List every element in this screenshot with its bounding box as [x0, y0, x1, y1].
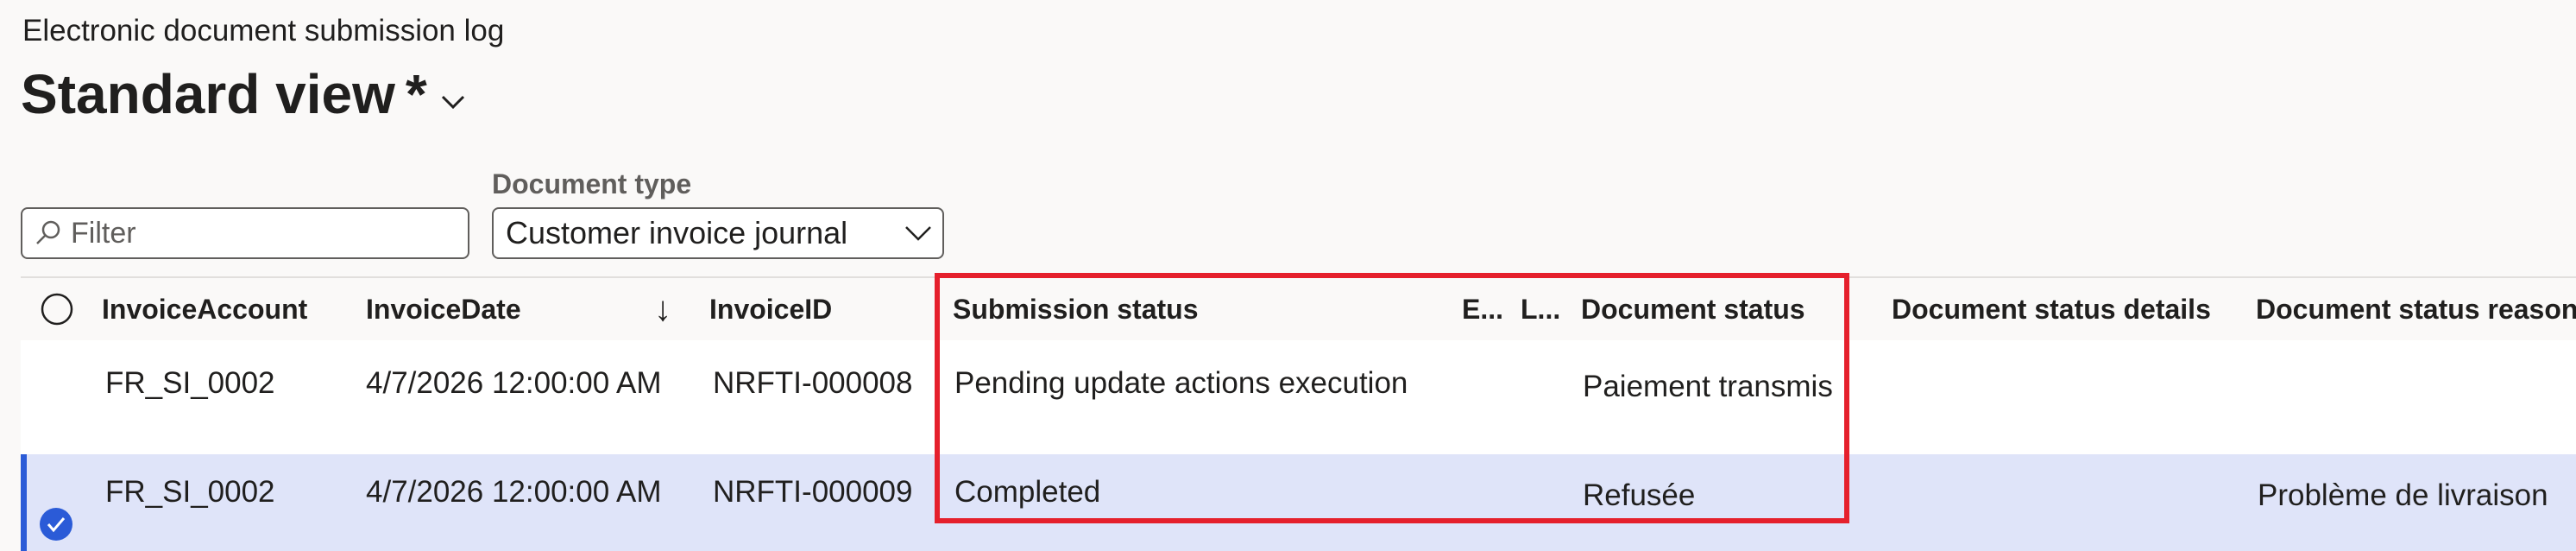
selection-indicator — [21, 454, 27, 551]
invoice-id-cell: NRFTI-000009 — [713, 475, 913, 509]
view-selector[interactable]: Standard view * — [21, 62, 470, 126]
column-header-invoice-date[interactable]: InvoiceDate — [366, 278, 521, 340]
view-name: Standard view — [21, 63, 395, 125]
column-header-invoice-account[interactable]: InvoiceAccount — [102, 278, 307, 340]
invoice-id-cell: NRFTI-000008 — [713, 366, 913, 400]
column-header-document-status-details[interactable]: Document status details — [1892, 278, 2211, 340]
select-all-icon[interactable] — [40, 292, 74, 326]
column-header-e[interactable]: E... — [1462, 278, 1503, 340]
invoice-date-cell: 4/7/2026 12:00:00 AM — [366, 366, 662, 400]
document-type-value: Customer invoice journal — [506, 215, 848, 250]
grid-header: InvoiceAccount InvoiceDate ↓ InvoiceID S… — [21, 276, 2576, 342]
submission-status-cell: Pending update actions execution — [954, 366, 1408, 400]
column-header-document-status-reason[interactable]: Document status reason — [2256, 278, 2576, 340]
column-header-submission-status[interactable]: Submission status — [953, 278, 1199, 340]
column-header-document-status[interactable]: Document status — [1581, 278, 1805, 340]
document-status-cell: Refusée — [1583, 478, 1696, 512]
view-modified-marker: * — [405, 63, 427, 125]
table-row[interactable]: FR_SI_0002 4/7/2026 12:00:00 AM NRFTI-00… — [21, 340, 2576, 455]
document-status-reason-cell: Problème de livraison — [2258, 478, 2548, 512]
document-type-select[interactable]: Customer invoice journal — [492, 207, 944, 259]
invoice-account-cell: FR_SI_0002 — [105, 366, 275, 400]
chevron-down-icon[interactable] — [436, 85, 470, 119]
document-type-label: Document type — [492, 168, 692, 200]
search-icon — [36, 220, 60, 244]
filter-box[interactable] — [21, 207, 469, 259]
invoice-date-cell: 4/7/2026 12:00:00 AM — [366, 475, 662, 509]
invoice-account-cell: FR_SI_0002 — [105, 475, 275, 509]
chevron-down-icon — [905, 226, 931, 241]
sort-descending-icon[interactable]: ↓ — [654, 278, 671, 340]
checkmark-circle-icon[interactable] — [38, 506, 74, 542]
document-status-cell: Paiement transmis — [1583, 370, 1833, 403]
data-grid: InvoiceAccount InvoiceDate ↓ InvoiceID S… — [21, 276, 2576, 551]
filter-input[interactable] — [69, 215, 452, 251]
submission-status-cell: Completed — [954, 475, 1101, 509]
table-row[interactable]: FR_SI_0002 4/7/2026 12:00:00 AM NRFTI-00… — [21, 454, 2576, 551]
column-header-invoice-id[interactable]: InvoiceID — [709, 278, 832, 340]
page-subtitle: Electronic document submission log — [22, 14, 505, 48]
column-header-l[interactable]: L... — [1521, 278, 1560, 340]
